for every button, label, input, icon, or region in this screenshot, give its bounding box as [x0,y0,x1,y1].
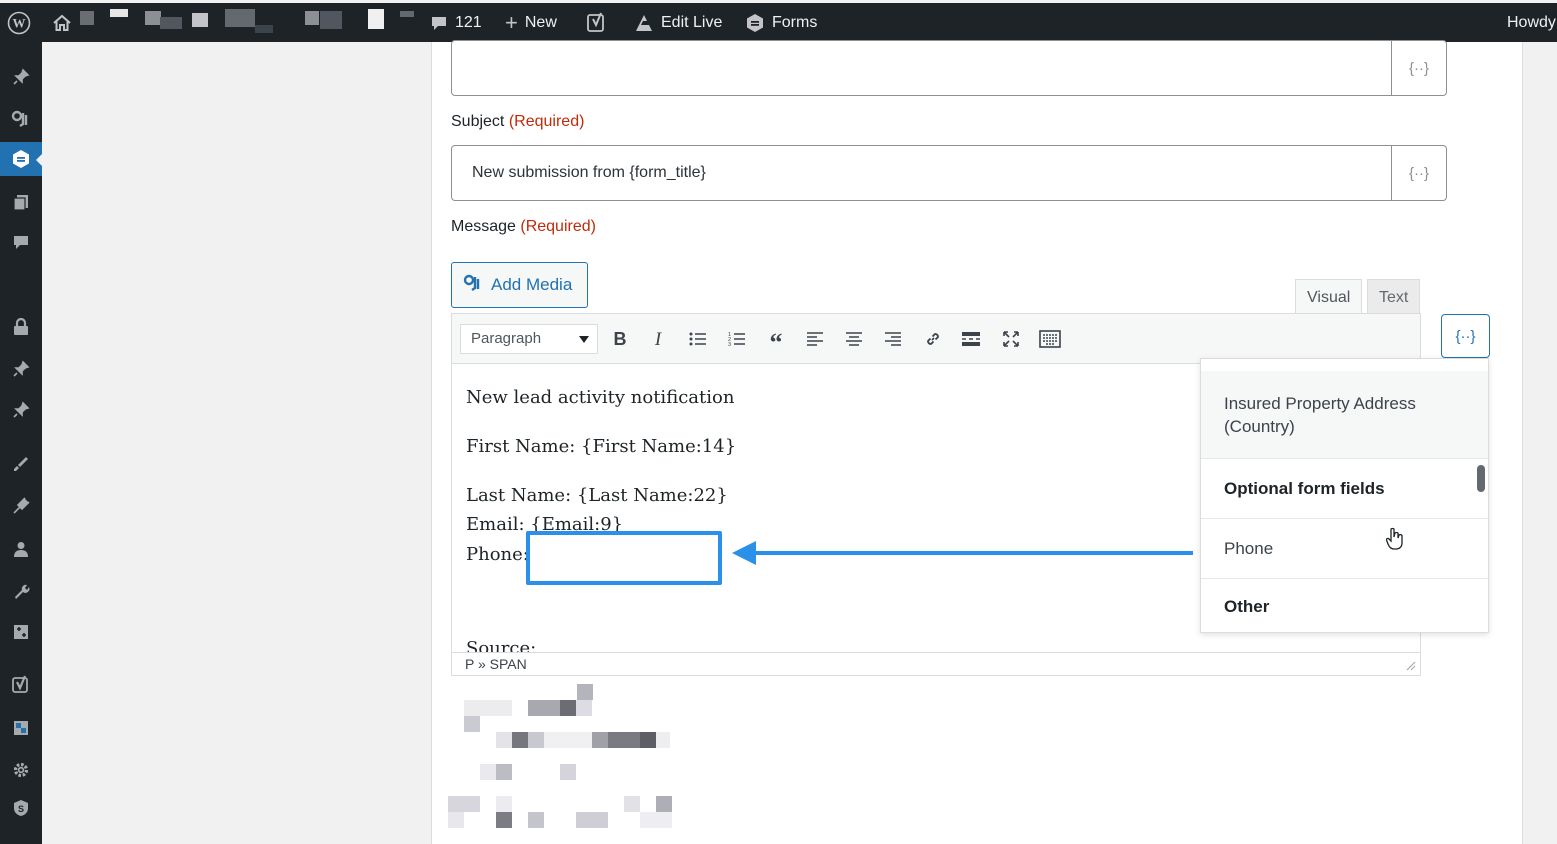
merge-group-optional-fields: Optional form fields [1201,459,1488,519]
yoast-icon[interactable] [0,668,42,702]
merge-option-insured-property-country[interactable]: Insured Property Address (Country) [1201,371,1488,459]
previous-field-input[interactable]: {··} [451,40,1447,96]
merge-tag-icon: {··} [1408,59,1429,77]
pointer-arrow-annotation [732,541,1193,565]
gravity-forms-icon [745,13,765,33]
align-center-icon[interactable] [840,326,868,352]
svg-text:3: 3 [728,342,731,347]
merge-option-phone[interactable]: Phone [1201,519,1488,579]
svg-text:I: I [654,330,663,348]
tab-visual[interactable]: Visual [1295,279,1363,314]
edit-live-link[interactable]: Edit Live [634,3,722,42]
bulleted-list-icon[interactable] [684,326,712,352]
merge-tags-dropdown: Insured Property Address (Country) Optio… [1200,358,1489,633]
posts-pin-icon[interactable] [0,60,42,94]
gear-icon[interactable] [0,753,42,787]
settings-panel-icon[interactable] [0,615,42,649]
hand-cursor-icon [1385,527,1403,550]
message-required-indicator: (Required) [520,218,596,235]
admin-sidebar: S [0,42,43,844]
home-icon[interactable] [52,3,72,42]
new-content-link[interactable]: + New [505,3,557,42]
add-media-button[interactable]: Add Media [451,262,588,308]
merge-tag-icon: {··} [1408,164,1429,182]
merge-tag-button[interactable]: {··} [1391,41,1446,95]
editor-line: New lead activity notification [466,387,735,408]
pages-icon[interactable] [0,185,42,219]
svg-text:B: B [614,330,627,348]
bold-button[interactable]: B [606,326,634,352]
toolbar-toggle-keyboard-icon[interactable] [1036,326,1064,352]
chevron-down-icon [579,336,589,343]
forms-label: Forms [772,13,818,31]
security-shield-icon[interactable]: S [0,791,42,825]
add-media-label: Add Media [491,275,573,294]
plus-icon: + [505,9,518,35]
numbered-list-icon[interactable]: 123 [723,326,751,352]
grid-widget-icon[interactable] [0,711,42,745]
svg-text:S: S [18,804,24,814]
appearance-brush-icon[interactable] [0,447,42,481]
align-right-icon[interactable] [879,326,907,352]
dropdown-scrollbar[interactable] [1477,465,1485,492]
highlight-box-annotation [526,531,722,585]
subject-input-value: New submission from {form_title} [472,164,706,181]
editor-element-path: P » SPAN [451,652,1421,676]
pin-icon-2[interactable] [0,352,42,386]
howdy-account-link[interactable]: Howdy [1507,3,1556,42]
read-more-icon[interactable] [957,326,985,352]
comments-link[interactable]: 121 [430,3,482,42]
comments-count: 121 [455,13,482,31]
blockquote-icon[interactable]: “ [762,326,790,352]
editor-toolbar: Paragraph B I 123 “ [451,313,1421,364]
editor-line: Phone: [466,544,529,565]
editor-line: Source: [466,638,537,652]
wordpress-logo-icon[interactable]: W [7,3,31,42]
resize-handle-icon[interactable] [1404,659,1416,671]
admin-bar: W 121 + New Edit Live Forms Howdy [0,3,1557,42]
message-merge-tag-button[interactable]: {··} [1441,314,1490,358]
element-path-text: P » SPAN [465,656,527,672]
insert-link-icon[interactable] [919,326,947,352]
svg-text:W: W [13,15,26,30]
align-left-icon[interactable] [801,326,829,352]
message-field-label: Message (Required) [451,218,596,236]
comments-icon[interactable] [0,226,42,260]
howdy-label: Howdy [1507,13,1556,31]
subject-input[interactable]: New submission from {form_title} {··} [451,145,1447,201]
subject-field-label: Subject (Required) [451,113,584,131]
media-icon[interactable] [0,102,42,136]
comment-bubble-icon [430,14,448,32]
italic-button[interactable]: I [644,326,672,352]
tools-wrench-icon[interactable] [0,574,42,608]
svg-text:“: “ [770,331,783,347]
merge-group-other: Other [1224,597,1270,616]
media-icon [463,274,483,297]
subject-required-indicator: (Required) [508,113,585,130]
message-label-text: Message [451,218,516,235]
subject-merge-tag-button[interactable]: {··} [1391,146,1446,200]
plugins-icon[interactable] [0,489,42,523]
editor-line: First Name: {First Name:14} [466,436,737,457]
fullscreen-icon[interactable] [997,326,1025,352]
merge-tag-icon: {··} [1455,327,1476,345]
edit-live-label: Edit Live [661,13,723,31]
forms-link[interactable]: Forms [745,3,817,42]
tab-text[interactable]: Text [1367,279,1421,314]
edit-live-icon [634,13,654,33]
format-select-value: Paragraph [471,330,542,347]
pin-icon-3[interactable] [0,393,42,427]
users-icon[interactable] [0,532,42,566]
paragraph-format-select[interactable]: Paragraph [460,324,598,354]
editor-line: Last Name: {Last Name:22} [466,485,728,506]
lock-icon[interactable] [0,310,42,344]
yoast-seo-icon[interactable] [586,3,608,42]
forms-menu-icon[interactable] [0,142,43,176]
subject-label-text: Subject [451,113,505,130]
new-label: New [524,13,557,31]
